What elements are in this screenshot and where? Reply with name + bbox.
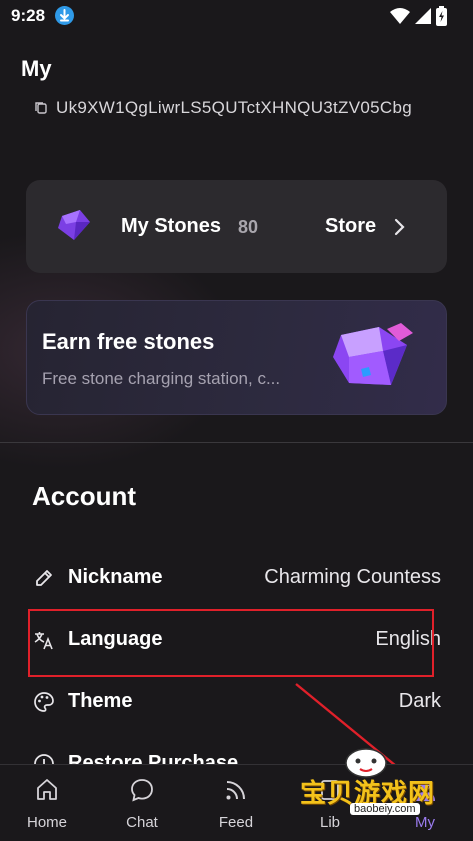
watermark-logo: 宝贝游戏网 baobeiy.com [300, 745, 450, 825]
status-time: 9:28 [11, 6, 46, 25]
nav-chat[interactable]: Chat [107, 777, 177, 831]
uid-row[interactable]: Uk9XW1QgLiwrLS5QUTctXHNQU3tZV05Cbg [34, 98, 412, 118]
palette-icon [33, 691, 55, 718]
my-stones-label: My Stones [121, 215, 222, 237]
nav-chat-label: Chat [126, 814, 158, 831]
earn-title: Earn free stones [42, 329, 215, 354]
large-gem-icon [327, 321, 422, 401]
theme-label: Theme [68, 690, 133, 712]
chevron-right-icon[interactable] [394, 217, 406, 242]
highlight-annotation-box [28, 609, 434, 677]
copy-icon[interactable] [34, 101, 48, 115]
watermark-url: baobeiy.com [350, 803, 420, 815]
restore-purchase-label: Restore Purchase [68, 752, 239, 764]
store-link[interactable]: Store [325, 215, 376, 238]
home-icon [37, 779, 57, 800]
nickname-row[interactable]: Nickname Charming Countess [0, 558, 473, 598]
account-section-title: Account [32, 481, 136, 511]
nav-home-label: Home [26, 814, 67, 831]
stones-count: 80 [238, 217, 259, 237]
battery-icon [436, 6, 447, 26]
rss-icon [226, 781, 245, 800]
section-divider [0, 442, 473, 443]
page-title: My [21, 56, 52, 81]
nav-feed-label: Feed [218, 814, 254, 831]
pencil-icon [33, 567, 55, 594]
wifi-icon [390, 8, 410, 24]
chat-icon [131, 779, 153, 802]
status-icons [390, 6, 447, 26]
nav-home[interactable]: Home [12, 777, 82, 831]
stone-gem-icon [56, 208, 92, 247]
nav-feed[interactable]: Feed [201, 777, 271, 831]
download-notification-icon [55, 6, 74, 25]
nickname-label: Nickname [68, 566, 163, 588]
nickname-value: Charming Countess [264, 566, 441, 588]
earn-stones-card[interactable]: Earn free stones Free stone charging sta… [26, 300, 447, 415]
earn-subtitle: Free stone charging station, c... [42, 369, 281, 388]
signal-icon [415, 8, 431, 24]
user-id-text: Uk9XW1QgLiwrLS5QUTctXHNQU3tZV05Cbg [56, 98, 412, 117]
stones-card[interactable]: My Stones 80 Store [26, 180, 447, 273]
my-page-screen: 9:28 My Uk9XW1QgLiwrLS5QUTctXHNQU3tZV05C… [0, 0, 473, 841]
status-bar: 9:28 [0, 0, 473, 32]
info-icon [33, 753, 55, 764]
